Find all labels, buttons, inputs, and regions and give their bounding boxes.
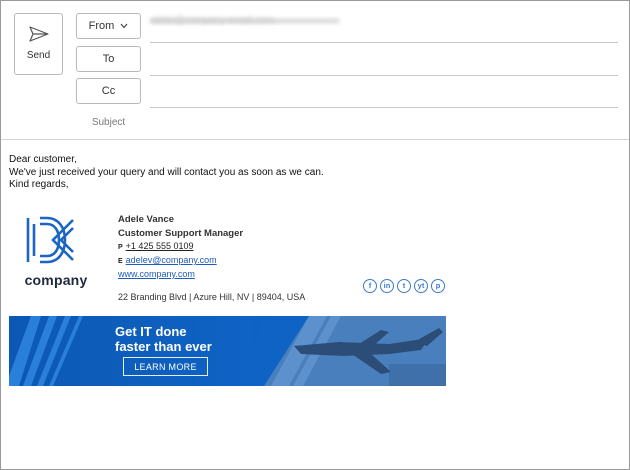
chevron-down-icon (120, 23, 128, 29)
email-compose-window: Send From To Cc Subject adele@company-em… (0, 0, 630, 470)
send-button[interactable]: Send (14, 13, 63, 75)
compose-header: Send From To Cc Subject adele@company-em… (1, 1, 629, 140)
send-button-label: Send (26, 50, 51, 61)
twitter-icon[interactable]: t (397, 279, 411, 293)
to-button[interactable]: To (76, 46, 141, 72)
pinterest-icon[interactable]: p (431, 279, 445, 293)
learn-more-button[interactable]: LEARN MORE (123, 357, 208, 376)
logo-text: company (24, 272, 88, 288)
from-button[interactable]: From (76, 13, 141, 39)
facebook-icon[interactable]: f (363, 279, 377, 293)
subject-field[interactable] (150, 117, 618, 135)
phone-link[interactable]: +1 425 555 0109 (126, 241, 194, 251)
youtube-icon[interactable]: yt (414, 279, 428, 293)
company-logo: company (21, 216, 91, 291)
signature-address: 22 Branding Blvd | Azure Hill, NV | 8940… (118, 292, 306, 302)
logo-mark-icon (26, 216, 74, 264)
banner-headline-line: Get IT done (115, 324, 187, 339)
send-icon (28, 26, 49, 42)
promo-banner[interactable]: Get IT done faster than ever LEARN MORE (9, 316, 446, 386)
banner-artwork (9, 316, 446, 386)
cc-button-label: Cc (101, 85, 116, 97)
social-icons: f in t yt p (363, 279, 445, 293)
banner-headline: Get IT done faster than ever (115, 324, 212, 354)
subject-label: Subject (91, 117, 126, 128)
email-prefix: E (118, 258, 123, 265)
signature-name: Adele Vance (118, 214, 174, 225)
from-button-label: From (88, 20, 115, 32)
cc-button[interactable]: Cc (76, 78, 141, 104)
message-line: We've just received your query and will … (9, 166, 324, 178)
message-line: Kind regards, (9, 179, 69, 190)
email-link[interactable]: adelev@company.com (126, 255, 217, 265)
to-field[interactable] (150, 56, 618, 76)
signature-block: Adele Vance Customer Support Manager P +1… (118, 214, 305, 303)
signature-title: Customer Support Manager (118, 228, 244, 239)
cc-field[interactable] (150, 88, 618, 108)
message-body[interactable]: Dear customer, We've just received your … (9, 154, 324, 192)
message-line: Dear customer, (9, 154, 77, 165)
linkedin-icon[interactable]: in (380, 279, 394, 293)
from-field[interactable]: adele@company-email.com (150, 15, 618, 43)
to-button-label: To (102, 53, 115, 65)
phone-prefix: P (118, 244, 123, 251)
signature-phone-row: P +1 425 555 0109 (118, 240, 305, 254)
website-link[interactable]: www.company.com (118, 269, 195, 279)
signature-email-row: Eadelev@company.com (118, 254, 305, 268)
from-value: adele@company-email.com (150, 15, 275, 25)
banner-headline-line: faster than ever (115, 339, 212, 354)
signature-website-row: www.company.com (118, 268, 305, 280)
